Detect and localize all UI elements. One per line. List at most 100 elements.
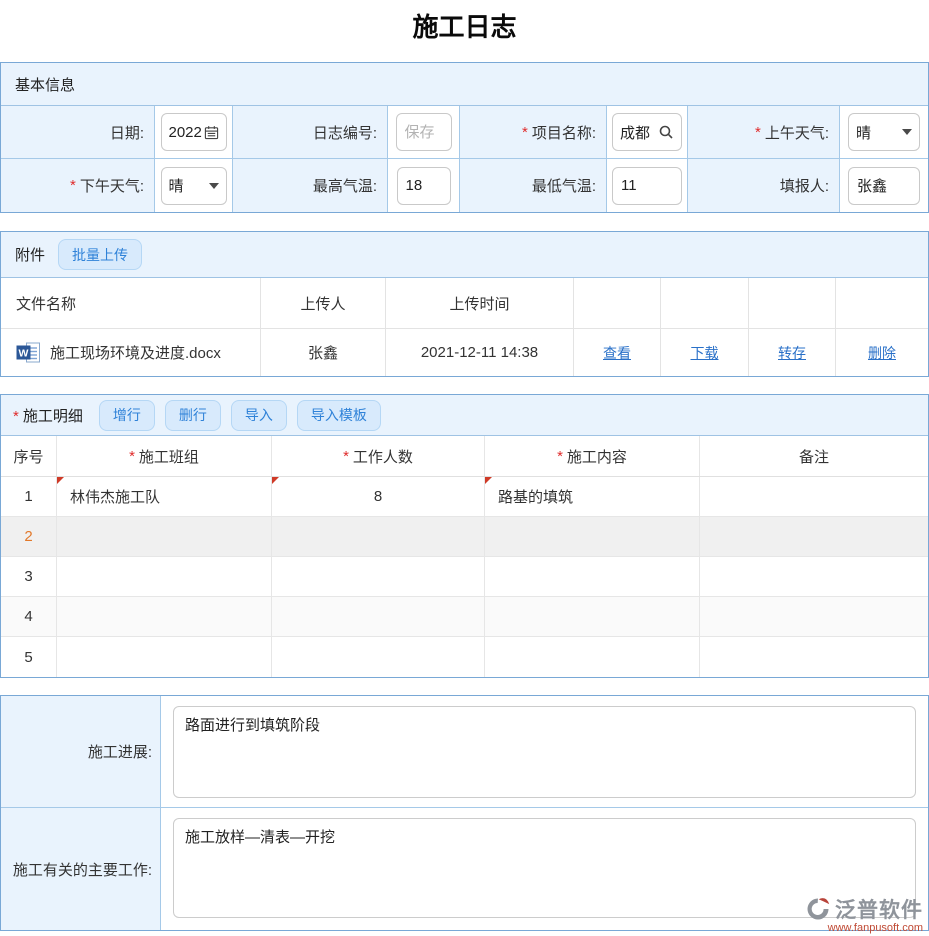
row-seq-cell[interactable]: 3 bbox=[1, 557, 57, 596]
col-uploader: 上传人 bbox=[261, 278, 386, 328]
remark-cell[interactable] bbox=[700, 517, 928, 556]
log-no-label-cell: 日志编号: bbox=[233, 106, 388, 158]
content-cell[interactable] bbox=[485, 637, 700, 677]
import-button[interactable]: 导入 bbox=[231, 400, 287, 431]
progress-textarea[interactable]: 路面进行到填筑阶段 bbox=[173, 706, 916, 798]
row-seq-cell[interactable]: 5 bbox=[1, 637, 57, 677]
chevron-down-icon bbox=[902, 129, 912, 135]
date-input[interactable]: 2022 bbox=[161, 113, 227, 151]
log-no-label: 日志编号: bbox=[313, 122, 377, 143]
attachment-row: W 施工现场环境及进度.docx 张鑫 2021-12-11 14:38 查看 … bbox=[1, 329, 928, 376]
max-temp-label-cell: 最高气温: bbox=[233, 159, 388, 212]
workers-cell[interactable]: 8 bbox=[272, 477, 485, 516]
progress-label-cell: 施工进展: bbox=[1, 696, 161, 807]
col-workers-label: 工作人数 bbox=[353, 446, 413, 467]
required-asterisk: * bbox=[522, 124, 528, 141]
min-temp-label: 最低气温: bbox=[532, 175, 596, 196]
content-cell[interactable] bbox=[485, 597, 700, 636]
attachment-uploader-cell: 张鑫 bbox=[261, 329, 386, 376]
max-temp-input[interactable] bbox=[397, 167, 451, 205]
workers-cell[interactable] bbox=[272, 557, 485, 596]
col-seq: 序号 bbox=[1, 436, 57, 476]
col-action-2 bbox=[661, 278, 749, 328]
am-weather-field-cell: 晴 bbox=[840, 106, 928, 158]
am-weather-select[interactable]: 晴 bbox=[848, 113, 920, 151]
delete-row-button[interactable]: 删行 bbox=[165, 400, 221, 431]
col-team: * 施工班组 bbox=[57, 436, 272, 476]
max-temp-label: 最高气温: bbox=[313, 175, 377, 196]
col-file-name-label: 文件名称 bbox=[16, 293, 76, 314]
view-link[interactable]: 查看 bbox=[603, 343, 631, 363]
col-remark: 备注 bbox=[700, 436, 928, 476]
editable-corner-marker bbox=[485, 477, 492, 484]
team-cell[interactable]: 林伟杰施工队 bbox=[57, 477, 272, 516]
pm-weather-select[interactable]: 晴 bbox=[161, 167, 227, 205]
col-upload-time: 上传时间 bbox=[386, 278, 574, 328]
progress-label: 施工进展: bbox=[88, 741, 152, 762]
date-label: 日期: bbox=[110, 122, 144, 143]
reporter-field-cell bbox=[840, 159, 928, 212]
remark-cell[interactable] bbox=[700, 477, 928, 516]
min-temp-input[interactable] bbox=[612, 167, 682, 205]
add-row-button[interactable]: 增行 bbox=[99, 400, 155, 431]
basic-info-section-header: 基本信息 bbox=[1, 63, 928, 106]
attachment-delete-cell: 删除 bbox=[836, 329, 928, 376]
row-seq-cell[interactable]: 4 bbox=[1, 597, 57, 636]
remark-cell[interactable] bbox=[700, 597, 928, 636]
download-link[interactable]: 下载 bbox=[691, 343, 719, 363]
workers-cell[interactable] bbox=[272, 517, 485, 556]
am-weather-value: 晴 bbox=[856, 122, 871, 143]
project-name-input[interactable]: 成都 bbox=[612, 113, 682, 151]
min-temp-field-cell bbox=[607, 159, 688, 212]
detail-row-1: 1 林伟杰施工队 8 路基的填筑 bbox=[1, 477, 928, 517]
col-seq-label: 序号 bbox=[13, 446, 43, 467]
workers-cell[interactable] bbox=[272, 637, 485, 677]
batch-upload-button[interactable]: 批量上传 bbox=[58, 239, 142, 270]
attachment-time: 2021-12-11 14:38 bbox=[421, 344, 538, 361]
date-value: 2022 bbox=[169, 124, 202, 141]
col-content: * 施工内容 bbox=[485, 436, 700, 476]
reporter-input[interactable] bbox=[848, 167, 920, 205]
content-cell[interactable] bbox=[485, 517, 700, 556]
col-action-4 bbox=[836, 278, 928, 328]
date-field-cell: 2022 bbox=[155, 106, 233, 158]
remark-cell[interactable] bbox=[700, 557, 928, 596]
required-asterisk: * bbox=[343, 448, 349, 465]
detail-row-4: 4 bbox=[1, 597, 928, 637]
team-cell[interactable] bbox=[57, 637, 272, 677]
col-workers: * 工作人数 bbox=[272, 436, 485, 476]
detail-title-text: 施工明细 bbox=[23, 408, 83, 425]
transfer-link[interactable]: 转存 bbox=[778, 343, 806, 363]
content-cell[interactable]: 路基的填筑 bbox=[485, 477, 700, 516]
col-uploader-label: 上传人 bbox=[300, 293, 345, 314]
content-cell[interactable] bbox=[485, 557, 700, 596]
calendar-icon[interactable] bbox=[204, 125, 219, 140]
svg-text:W: W bbox=[19, 348, 29, 360]
row-seq-cell[interactable]: 2 bbox=[1, 517, 57, 556]
team-cell[interactable] bbox=[57, 597, 272, 636]
pm-weather-value: 晴 bbox=[169, 175, 184, 196]
progress-content-cell: 路面进行到填筑阶段 bbox=[161, 696, 928, 807]
editable-corner-marker bbox=[272, 477, 279, 484]
attachment-file-name[interactable]: 施工现场环境及进度.docx bbox=[50, 342, 221, 363]
log-no-input[interactable] bbox=[396, 113, 452, 151]
import-template-button[interactable]: 导入模板 bbox=[297, 400, 381, 431]
row-seq-cell[interactable]: 1 bbox=[1, 477, 57, 516]
delete-link[interactable]: 删除 bbox=[868, 343, 896, 363]
search-icon[interactable] bbox=[658, 124, 674, 140]
team-cell[interactable] bbox=[57, 557, 272, 596]
am-weather-label: 上午天气: bbox=[765, 122, 829, 143]
team-cell[interactable] bbox=[57, 517, 272, 556]
attachments-section-header: 附件 批量上传 bbox=[1, 232, 928, 278]
col-upload-time-label: 上传时间 bbox=[449, 293, 509, 314]
detail-section-header: *施工明细 增行 删行 导入 导入模板 bbox=[1, 395, 928, 436]
required-asterisk: * bbox=[557, 448, 563, 465]
vendor-watermark: 泛普软件 www.fanpusoft.com bbox=[804, 894, 923, 934]
workers-cell[interactable] bbox=[272, 597, 485, 636]
max-temp-field-cell bbox=[388, 159, 460, 212]
vendor-logo-row: 泛普软件 bbox=[804, 894, 923, 924]
log-no-field-cell bbox=[388, 106, 460, 158]
attachment-time-cell: 2021-12-11 14:38 bbox=[386, 329, 574, 376]
project-label-cell: * 项目名称: bbox=[460, 106, 607, 158]
remark-cell[interactable] bbox=[700, 637, 928, 677]
